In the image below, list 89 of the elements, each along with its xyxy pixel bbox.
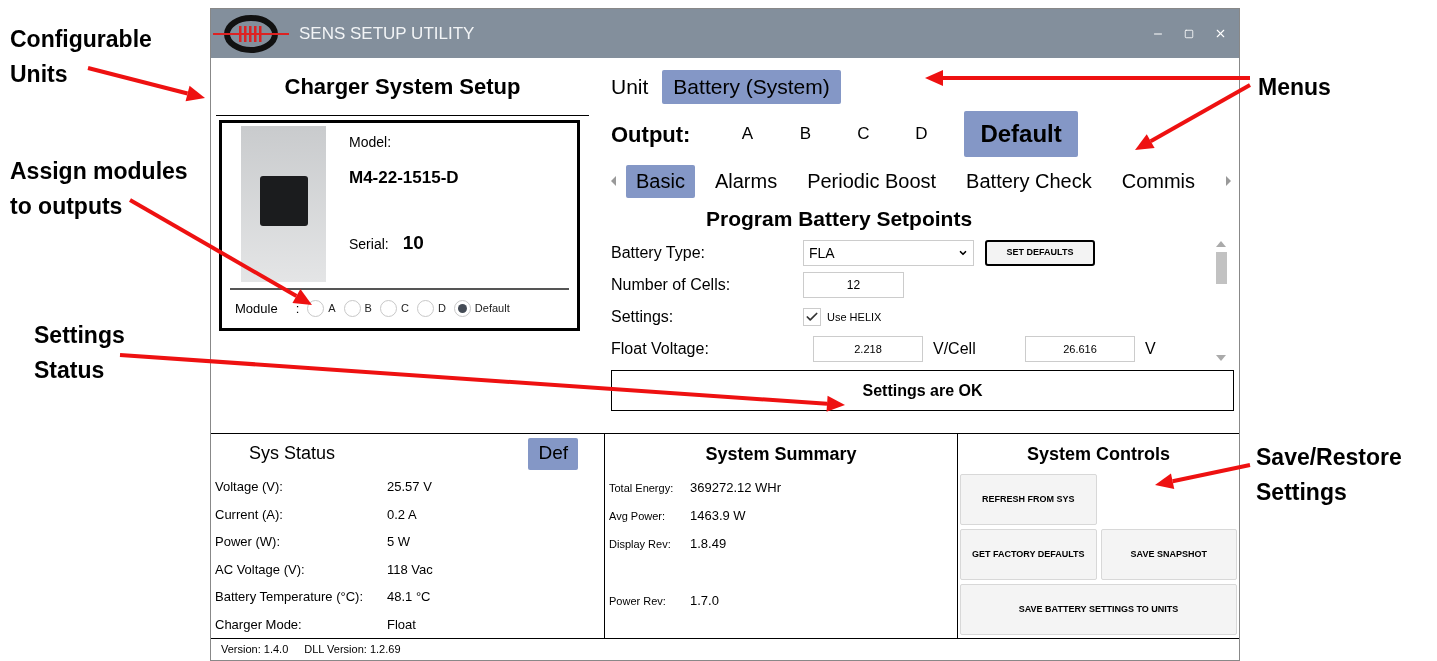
radio-label: Default bbox=[474, 301, 510, 316]
radio-button[interactable] bbox=[416, 299, 434, 317]
output-menu-item[interactable]: C bbox=[834, 111, 893, 157]
control-button[interactable]: REFRESH FROM SYS bbox=[960, 474, 1097, 525]
radio-button[interactable] bbox=[343, 299, 361, 317]
scroll-right-icon[interactable] bbox=[1226, 176, 1231, 186]
radio-button[interactable] bbox=[379, 299, 397, 317]
model-label: Model: bbox=[349, 133, 393, 152]
status-value: 5 W bbox=[387, 533, 411, 552]
settings-tab[interactable]: Periodic Boost bbox=[797, 164, 947, 198]
panel-title: System Summary bbox=[704, 443, 858, 466]
callout-label: Settings Status bbox=[34, 321, 126, 385]
summary-value: 369272.12 WHr bbox=[690, 479, 782, 498]
logo-icon bbox=[213, 13, 289, 54]
status-value: Float bbox=[387, 615, 416, 634]
form-label: Battery Type: bbox=[611, 243, 706, 263]
status-value: 118 Vac bbox=[387, 560, 433, 579]
unit-label: V bbox=[1145, 339, 1156, 359]
radio-label: C bbox=[400, 301, 409, 316]
summary-value: 1463.9 W bbox=[690, 507, 746, 526]
close-icon[interactable] bbox=[1214, 27, 1227, 40]
dll-version-text: DLL Version: 1.2.69 bbox=[304, 642, 401, 658]
serial-value: 10 bbox=[402, 230, 424, 255]
form-label: Settings: bbox=[611, 307, 675, 327]
caret-icon bbox=[958, 248, 968, 258]
settings-tab[interactable]: Battery Check bbox=[956, 164, 1102, 198]
battery-type-dropdown[interactable]: FLA bbox=[803, 240, 974, 266]
unit-label: V/Cell bbox=[933, 339, 977, 359]
form-label: Float Voltage: bbox=[611, 339, 710, 359]
output-menu-item[interactable]: A bbox=[718, 111, 777, 157]
input-field[interactable]: 26.616 bbox=[1025, 336, 1135, 362]
output-menu-item[interactable]: B bbox=[776, 111, 835, 157]
summary-value: 1.8.49 bbox=[690, 535, 727, 554]
status-label: Voltage (V): bbox=[215, 478, 284, 497]
settings-tab[interactable]: Commis bbox=[1111, 164, 1206, 198]
status-value: 25.57 V bbox=[387, 478, 432, 497]
version-text: Version: 1.4.0 bbox=[221, 642, 289, 658]
set-defaults-button[interactable]: SET DEFAULTS bbox=[985, 240, 1095, 266]
settings-tab[interactable]: Alarms bbox=[704, 164, 788, 198]
summary-label: Avg Power: bbox=[609, 508, 667, 524]
status-value: 48.1 °C bbox=[387, 588, 431, 607]
output-menu-item[interactable]: Default bbox=[964, 111, 1078, 157]
control-button[interactable]: SAVE SNAPSHOT bbox=[1100, 529, 1237, 580]
status-value: 0.2 A bbox=[387, 505, 417, 524]
scrollbar[interactable] bbox=[1214, 240, 1228, 362]
summary-label: Power Rev: bbox=[609, 593, 667, 609]
summary-value: 1.7.0 bbox=[690, 592, 719, 611]
summary-label: Total Energy: bbox=[609, 480, 675, 496]
unit-menu-item[interactable]: Battery (System) bbox=[662, 69, 841, 104]
status-label: AC Voltage (V): bbox=[215, 560, 306, 579]
control-button[interactable]: GET FACTORY DEFAULTS bbox=[960, 529, 1097, 580]
checkbox-label: Use HELIX bbox=[827, 309, 882, 325]
def-button[interactable]: Def bbox=[528, 437, 578, 470]
status-label: Current (A): bbox=[215, 505, 284, 524]
status-label: Battery Temperature (°C): bbox=[215, 588, 364, 607]
status-label: Power (W): bbox=[215, 533, 281, 552]
unit-menu-label: Unit bbox=[611, 73, 649, 100]
panel-title: System Controls bbox=[1025, 443, 1171, 466]
module-label: Module bbox=[235, 299, 278, 318]
radio-button[interactable] bbox=[453, 299, 471, 317]
input-field[interactable]: 12 bbox=[803, 272, 904, 298]
panel-title: Sys Status bbox=[249, 442, 336, 466]
summary-label: Display Rev: bbox=[609, 536, 672, 552]
output-menu-item[interactable]: D bbox=[892, 111, 951, 157]
model-value: M4-22-1515-D bbox=[349, 167, 459, 189]
radio-button[interactable] bbox=[307, 299, 325, 317]
checkbox[interactable] bbox=[803, 308, 821, 326]
status-label: Charger Mode: bbox=[215, 615, 303, 634]
scroll-left-icon[interactable] bbox=[611, 176, 616, 186]
module-separator: : bbox=[295, 299, 300, 318]
settings-tab[interactable]: Basic bbox=[626, 164, 695, 198]
radio-label: D bbox=[437, 301, 446, 316]
output-menu-label: Output: bbox=[611, 120, 691, 149]
radio-label: A bbox=[328, 301, 336, 316]
callout-label: Save/Restore Settings bbox=[1256, 443, 1403, 507]
window-title: SENS SETUP UTILITY bbox=[299, 22, 475, 45]
section-title: Program Battery Setpoints bbox=[706, 206, 974, 232]
settings-status: Settings are OK bbox=[611, 370, 1234, 411]
radio-label: B bbox=[364, 301, 372, 316]
maximize-icon[interactable] bbox=[1184, 28, 1194, 39]
serial-label: Serial: bbox=[349, 234, 389, 254]
callout-label: Assign modules to outputs bbox=[10, 157, 189, 221]
panel-title: Charger System Setup bbox=[283, 73, 522, 101]
input-field[interactable]: 2.218 bbox=[813, 336, 923, 362]
checkmark-icon bbox=[805, 310, 819, 324]
callout-label: Configurable Units bbox=[10, 25, 153, 89]
callout-label: Menus bbox=[1258, 73, 1332, 102]
control-button[interactable]: SAVE BATTERY SETTINGS TO UNITS bbox=[960, 584, 1237, 635]
form-label: Number of Cells: bbox=[611, 275, 732, 295]
